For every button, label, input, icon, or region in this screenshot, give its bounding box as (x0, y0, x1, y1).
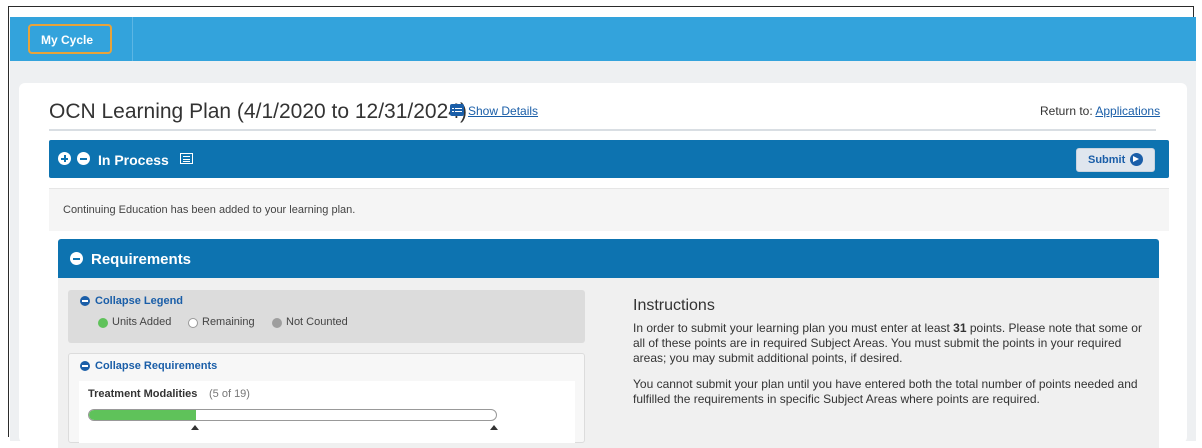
collapse-minus-icon[interactable] (77, 152, 90, 165)
remaining-dot-icon (188, 318, 198, 328)
units-added-dot-icon (98, 318, 108, 328)
legend-remaining: Remaining (202, 316, 255, 328)
submit-button[interactable]: Submit (1076, 148, 1155, 172)
details-list-icon[interactable] (450, 104, 464, 116)
title-divider (49, 129, 1156, 131)
collapse-legend-link[interactable]: Collapse Legend (95, 295, 183, 307)
requirements-title: Requirements (91, 251, 192, 268)
in-process-bar (49, 140, 1169, 178)
in-process-label: In Process (98, 152, 169, 168)
progress-marker-icon (191, 425, 199, 430)
tab-my-cycle[interactable]: My Cycle (28, 24, 112, 54)
treatment-modalities-progress (88, 409, 497, 421)
show-details-link[interactable]: Show Details (468, 104, 538, 118)
treatment-modalities-label: Treatment Modalities (88, 388, 198, 400)
list-icon[interactable] (180, 153, 193, 164)
tab-divider (132, 17, 133, 61)
not-counted-dot-icon (272, 318, 282, 328)
legend-not-counted: Not Counted (286, 316, 348, 328)
submit-label: Submit (1088, 154, 1126, 166)
progress-fill (89, 410, 197, 420)
page-title: OCN Learning Plan (4/1/2020 to 12/31/202… (49, 100, 467, 123)
collapse-requirements-icon[interactable] (70, 252, 83, 265)
top-nav-bar: My Cycle (10, 17, 1196, 61)
instructions-paragraph-1: In order to submit your learning plan yo… (633, 321, 1143, 366)
progress-end-marker-icon (490, 425, 498, 430)
legend-units-added: Units Added (112, 316, 172, 328)
notice-message: Continuing Education has been added to y… (63, 204, 356, 216)
required-points: 31 (953, 321, 967, 335)
instructions-title: Instructions (633, 297, 715, 314)
return-to-label: Return to: (1040, 104, 1093, 118)
applications-link[interactable]: Applications (1095, 104, 1160, 118)
instructions-paragraph-2: You cannot submit your plan until you ha… (633, 377, 1138, 406)
treatment-modalities-count: (5 of 19) (209, 388, 250, 400)
expand-plus-icon[interactable] (58, 152, 71, 165)
collapse-requirements-link[interactable]: Collapse Requirements (95, 360, 217, 372)
return-to: Return to: Applications (1040, 104, 1160, 118)
collapse-requirements-list-icon[interactable] (80, 361, 90, 371)
arrow-right-icon (1130, 153, 1143, 166)
requirements-bar (58, 239, 1159, 278)
collapse-legend-icon[interactable] (80, 296, 90, 306)
instructions-p1-start: In order to submit your learning plan yo… (633, 321, 954, 335)
